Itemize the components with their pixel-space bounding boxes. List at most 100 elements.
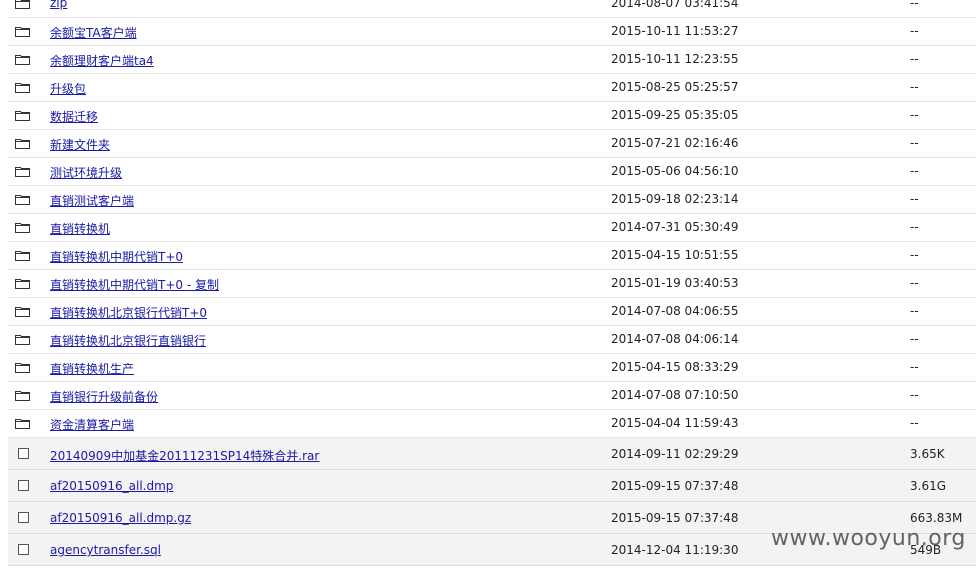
folder-link[interactable]: 直销转换机中期代销T+0 - 复制	[50, 276, 219, 293]
modified-date: 2014-07-31 05:30:49	[611, 220, 739, 234]
folder-row: 直销转换机中期代销T+0 - 复制 2015-01-19 03:40:53 --	[8, 270, 976, 298]
modified-date: 2014-07-08 04:06:14	[611, 332, 739, 346]
folder-link[interactable]: 直销转换机北京银行直销银行	[50, 332, 206, 349]
folder-link[interactable]: zip	[50, 0, 67, 10]
folder-icon	[15, 278, 30, 289]
file-size: --	[910, 304, 919, 318]
folder-link[interactable]: 直销转换机	[50, 220, 110, 237]
file-row: agencytransfer.sql 2014-12-04 11:19:30 549…	[8, 534, 976, 566]
modified-date: 2015-04-15 10:51:55	[611, 248, 739, 262]
folder-icon	[15, 166, 30, 177]
file-checkbox-icon[interactable]	[18, 544, 29, 555]
modified-date: 2014-09-11 02:29:29	[611, 447, 739, 461]
folder-link[interactable]: 余额理财客户端ta4	[50, 52, 154, 69]
modified-date: 2015-08-25 05:25:57	[611, 80, 739, 94]
folder-link[interactable]: 直销转换机北京银行代销T+0	[50, 304, 207, 321]
file-size: --	[910, 416, 919, 430]
file-size: --	[910, 220, 919, 234]
modified-date: 2015-09-18 02:23:14	[611, 192, 739, 206]
modified-date: 2015-05-06 04:56:10	[611, 164, 739, 178]
modified-date: 2015-07-21 02:16:46	[611, 136, 739, 150]
file-size: --	[910, 332, 919, 346]
file-size: 3.65K	[910, 447, 945, 461]
folder-link[interactable]: 新建文件夹	[50, 136, 110, 153]
folder-icon	[15, 250, 30, 261]
folder-icon	[15, 82, 30, 93]
folder-row: 直销转换机生产 2015-04-15 08:33:29 --	[8, 354, 976, 382]
folder-icon	[15, 194, 30, 205]
folder-row: 升级包 2015-08-25 05:25:57 --	[8, 74, 976, 102]
folder-row: 新建文件夹 2015-07-21 02:16:46 --	[8, 130, 976, 158]
file-size: --	[910, 0, 919, 10]
file-size: --	[910, 24, 919, 38]
modified-date: 2015-09-15 07:37:48	[611, 479, 739, 493]
folder-row: zip 2014-08-07 03:41:54 --	[8, 0, 976, 18]
folder-icon	[15, 418, 30, 429]
folder-link[interactable]: 直销银行升级前备份	[50, 388, 158, 405]
modified-date: 2015-10-11 11:53:27	[611, 24, 739, 38]
folder-link[interactable]: 直销测试客户端	[50, 192, 134, 209]
file-size: --	[910, 248, 919, 262]
file-size: --	[910, 136, 919, 150]
file-size: 549B	[910, 543, 942, 557]
file-link[interactable]: af20150916_all.dmp.gz	[50, 511, 191, 525]
folder-icon	[15, 390, 30, 401]
file-link[interactable]: af20150916_all.dmp	[50, 479, 173, 493]
file-listing: zip 2014-08-07 03:41:54 -- 余额宝TA客户端 2015-10-…	[8, 0, 976, 566]
file-size: --	[910, 164, 919, 178]
modified-date: 2015-01-19 03:40:53	[611, 276, 739, 290]
folder-row: 余额理财客户端ta4 2015-10-11 12:23:55 --	[8, 46, 976, 74]
file-row: af20150916_all.dmp 2015-09-15 07:37:48 3.6…	[8, 470, 976, 502]
file-size: --	[910, 276, 919, 290]
folder-link[interactable]: 数据迁移	[50, 108, 98, 125]
file-size: --	[910, 388, 919, 402]
modified-date: 2014-07-08 04:06:55	[611, 304, 739, 318]
file-checkbox-icon[interactable]	[18, 480, 29, 491]
file-size: 3.61G	[910, 479, 947, 493]
file-size: 663.83M	[910, 511, 963, 525]
folder-icon	[15, 138, 30, 149]
folder-icon	[15, 362, 30, 373]
folder-row: 余额宝TA客户端 2015-10-11 11:53:27 --	[8, 18, 976, 46]
folder-link[interactable]: 测试环境升级	[50, 164, 122, 181]
modified-date: 2015-10-11 12:23:55	[611, 52, 739, 66]
file-checkbox-icon[interactable]	[18, 448, 29, 459]
file-row: af20150916_all.dmp.gz 2015-09-15 07:37:48…	[8, 502, 976, 534]
folder-row: 直销转换机中期代销T+0 2015-04-15 10:51:55 --	[8, 242, 976, 270]
file-size: --	[910, 108, 919, 122]
file-size: --	[910, 52, 919, 66]
file-size: --	[910, 80, 919, 94]
folder-row: 直销转换机 2014-07-31 05:30:49 --	[8, 214, 976, 242]
folder-row: 直销转换机北京银行直销银行 2014-07-08 04:06:14 --	[8, 326, 976, 354]
folder-link[interactable]: 资金清算客户端	[50, 416, 134, 433]
modified-date: 2015-09-25 05:35:05	[611, 108, 739, 122]
folder-row: 资金清算客户端 2015-04-04 11:59:43 --	[8, 410, 976, 438]
modified-date: 2014-07-08 07:10:50	[611, 388, 739, 402]
folder-row: 直销银行升级前备份 2014-07-08 07:10:50 --	[8, 382, 976, 410]
file-size: --	[910, 360, 919, 374]
folder-row: 测试环境升级 2015-05-06 04:56:10 --	[8, 158, 976, 186]
folder-row: 直销转换机北京银行代销T+0 2014-07-08 04:06:55 --	[8, 298, 976, 326]
folder-link[interactable]: 直销转换机生产	[50, 360, 134, 377]
folder-link[interactable]: 升级包	[50, 80, 86, 97]
file-size: --	[910, 192, 919, 206]
folder-link[interactable]: 余额宝TA客户端	[50, 24, 137, 41]
modified-date: 2015-09-15 07:37:48	[611, 511, 739, 525]
file-row: 20140909中加基金20111231SP14特殊合并.rar 2014-09-…	[8, 438, 976, 470]
folder-icon	[15, 26, 30, 37]
folder-link[interactable]: 直销转换机中期代销T+0	[50, 248, 183, 265]
folder-icon	[15, 0, 30, 9]
folder-row: 数据迁移 2015-09-25 05:35:05 --	[8, 102, 976, 130]
file-checkbox-icon[interactable]	[18, 512, 29, 523]
folder-icon	[15, 306, 30, 317]
modified-date: 2015-04-15 08:33:29	[611, 360, 739, 374]
folder-icon	[15, 222, 30, 233]
folder-icon	[15, 110, 30, 121]
file-link[interactable]: 20140909中加基金20111231SP14特殊合并.rar	[50, 447, 319, 464]
file-link[interactable]: agencytransfer.sql	[50, 543, 161, 557]
folder-icon	[15, 54, 30, 65]
modified-date: 2014-08-07 03:41:54	[611, 0, 739, 10]
folder-row: 直销测试客户端 2015-09-18 02:23:14 --	[8, 186, 976, 214]
modified-date: 2015-04-04 11:59:43	[611, 416, 739, 430]
folder-icon	[15, 334, 30, 345]
